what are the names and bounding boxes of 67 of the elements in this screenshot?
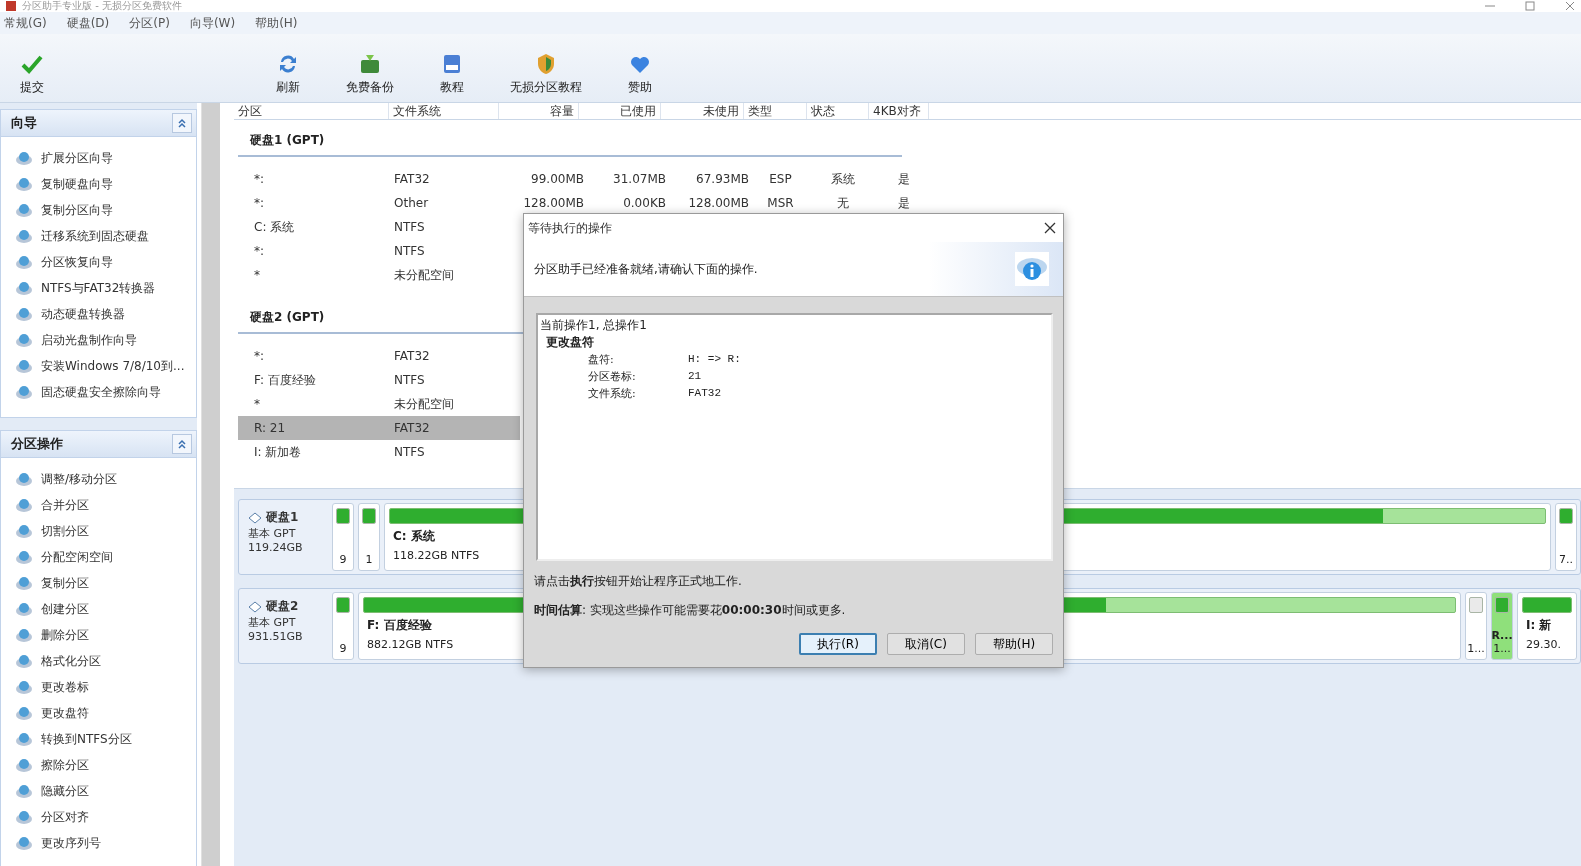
partition-info: 29.30.: [1526, 638, 1561, 651]
operation-name: 更改盘符: [545, 334, 595, 351]
table-cell-text: 67.93MB: [695, 172, 749, 186]
dialog-message: 分区助手已经准备就绪,请确认下面的操作.: [534, 260, 758, 278]
section-title: 向导: [11, 114, 37, 132]
dialog-title: 等待执行的操作: [528, 219, 612, 237]
section-title: 分区操作: [11, 435, 63, 453]
table-cell-text: MSR: [766, 196, 795, 210]
detail-value: 21: [688, 369, 703, 384]
table-cell-text: C: 系统: [254, 218, 296, 236]
table-cell-text: *:: [254, 349, 266, 363]
table-cell-text: R: 21: [254, 421, 287, 435]
table-cell-text: FAT32: [394, 421, 431, 435]
table-cell-text: 31.07MB: [612, 172, 666, 186]
disk-heading: 硬盘1 (GPT): [238, 124, 902, 157]
table-cell-text: 128.00MB: [522, 196, 584, 210]
table-cell-text: FAT32: [394, 172, 431, 186]
partition-info: 118.22GB NTFS: [393, 549, 480, 562]
table-cell-text: 是: [897, 194, 911, 212]
table-cell-text: FAT32: [394, 349, 431, 363]
table-cell-text: 0.00KB: [622, 196, 666, 210]
table-cell-text: *: [254, 397, 261, 411]
disk-size: 931.51GB: [248, 630, 304, 643]
table-cell-text: Other: [394, 196, 430, 210]
table-cell-text: 128.00MB: [687, 196, 749, 210]
detail-value: FAT32: [688, 386, 722, 401]
partition-label: 1...: [1493, 642, 1511, 655]
partition-label: 7..: [1559, 553, 1573, 566]
disk-type: 基本 GPT: [248, 615, 297, 630]
table-cell-text: *:: [254, 172, 266, 186]
table-cell-text: ESP: [768, 172, 793, 186]
table-cell-text: 未分配空间: [394, 395, 455, 413]
table-cell-text: *:: [254, 196, 266, 210]
partition-name: F: 百度经验: [367, 617, 432, 634]
table-cell-text: NTFS: [394, 244, 426, 258]
table-cell-text: *: [254, 268, 261, 282]
partition-label: 9: [339, 642, 347, 655]
table-cell-text: *:: [254, 244, 266, 258]
disk-name: 硬盘2: [266, 598, 299, 615]
operation-summary: 当前操作1, 总操作1: [540, 317, 648, 334]
table-cell-text: I: 新加卷: [254, 443, 303, 461]
table-cell-text: 是: [897, 170, 911, 188]
table-cell-text: F: 百度经验: [254, 371, 317, 389]
instruction-text: 请点击执行按钮开始让程序正式地工作.: [533, 573, 743, 590]
table-cell-text: 99.00MB: [530, 172, 584, 186]
partition-label: 9: [339, 553, 347, 566]
partition-name: I: 新: [1526, 617, 1552, 634]
detail-label: 分区卷标:: [588, 369, 637, 385]
table-cell-text: 未分配空间: [394, 266, 455, 284]
table-cell-text: NTFS: [394, 373, 426, 387]
disk-name: 硬盘1: [266, 509, 299, 526]
disk-size: 119.24GB: [248, 541, 304, 554]
window-title: 分区助手专业版 - 无损分区免费软件: [22, 1, 182, 11]
partition-name: C: 系统: [393, 528, 435, 545]
table-cell-text: 系统: [830, 170, 856, 188]
partition-info: 882.12GB NTFS: [367, 638, 454, 651]
detail-label: 文件系统:: [588, 386, 637, 402]
partition-label: 1: [365, 553, 373, 566]
partition-label: R...: [1491, 629, 1513, 642]
table-cell-text: NTFS: [394, 445, 426, 459]
detail-label: 盘符:: [588, 352, 615, 368]
detail-value: H: => R:: [688, 352, 742, 367]
partition-label: 1...: [1467, 642, 1485, 655]
time-estimate: 时间估算: 实现这些操作可能需要花00:00:30时间或更多.: [533, 602, 847, 619]
disk-type: 基本 GPT: [248, 526, 297, 541]
table-cell-text: 无: [836, 194, 850, 212]
table-cell-text: NTFS: [394, 220, 426, 234]
